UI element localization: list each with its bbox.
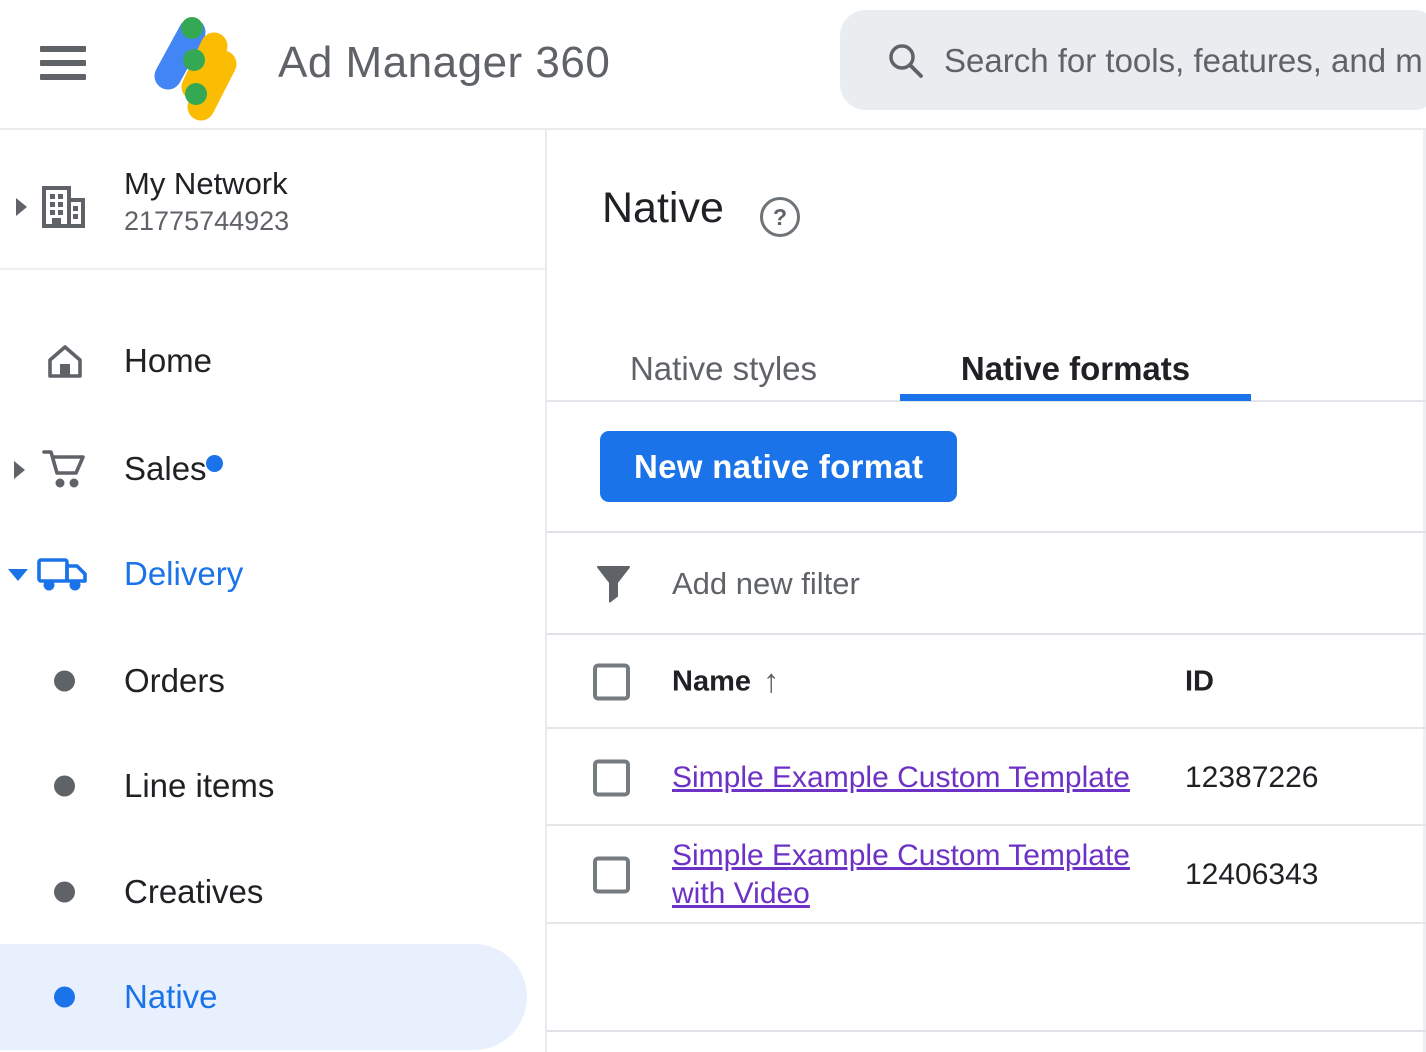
sidebar-divider xyxy=(0,268,545,270)
sidebar-item-line-items[interactable]: Line items xyxy=(0,733,545,839)
active-tab-underline xyxy=(900,394,1251,401)
sidebar-item-label: Sales xyxy=(124,450,207,488)
tab-label: Native formats xyxy=(961,350,1190,388)
sales-notification-dot xyxy=(206,455,223,472)
global-search-bar[interactable] xyxy=(840,10,1426,110)
new-native-format-button[interactable]: New native format xyxy=(600,431,957,502)
column-header-id: ID xyxy=(1185,666,1214,699)
sidebar-nav: My Network 21775744923 Home Sales Delive… xyxy=(0,130,547,1052)
native-format-id: 12387226 xyxy=(1185,761,1318,795)
network-id: 21775744923 xyxy=(124,206,289,237)
tab-native-formats[interactable]: Native formats xyxy=(900,338,1251,400)
row-checkbox[interactable] xyxy=(593,857,630,894)
native-format-link[interactable]: Simple Example Custom Template xyxy=(672,759,1130,797)
sidebar-item-label: Delivery xyxy=(124,555,243,593)
sidebar-item-native[interactable]: Native xyxy=(0,944,527,1050)
table-header-row: Name ↑ ID xyxy=(547,633,1426,729)
add-filter-row[interactable]: Add new filter xyxy=(547,531,1426,635)
filter-funnel-icon xyxy=(596,565,632,605)
bullet-icon xyxy=(54,882,75,903)
chevron-right-icon xyxy=(16,198,27,216)
top-app-bar: Ad Manager 360 xyxy=(0,0,1426,130)
hamburger-bar xyxy=(40,60,86,66)
hamburger-bar xyxy=(40,46,86,52)
sidebar-item-label: Line items xyxy=(124,767,274,805)
help-glyph: ? xyxy=(773,204,787,231)
cart-icon xyxy=(40,446,90,492)
sidebar-item-creatives[interactable]: Creatives xyxy=(0,839,545,945)
table-row: Simple Example Custom Template with Vide… xyxy=(547,824,1426,924)
table-row: Simple Example Custom Template 12387226 xyxy=(547,727,1426,826)
network-selector[interactable]: My Network 21775744923 xyxy=(0,130,545,268)
chevron-right-icon xyxy=(14,461,25,479)
sidebar-item-delivery[interactable]: Delivery xyxy=(0,521,545,627)
column-header-name[interactable]: Name xyxy=(672,666,751,699)
tab-native-styles[interactable]: Native styles xyxy=(547,338,900,400)
sidebar-item-home[interactable]: Home xyxy=(0,308,545,414)
select-all-checkbox[interactable] xyxy=(593,664,630,701)
sidebar-item-label: Native xyxy=(124,978,218,1016)
page-title: Native xyxy=(602,184,724,233)
sidebar-item-sales[interactable]: Sales xyxy=(0,416,545,522)
add-filter-label: Add new filter xyxy=(672,566,860,602)
help-icon[interactable]: ? xyxy=(760,197,800,237)
home-icon xyxy=(42,339,88,383)
search-icon xyxy=(886,41,926,81)
hamburger-bar xyxy=(40,74,86,80)
ad-manager-logo-icon xyxy=(140,6,250,121)
sidebar-item-label: Creatives xyxy=(124,873,263,911)
bullet-icon xyxy=(54,776,75,797)
network-building-icon xyxy=(38,184,88,230)
chevron-down-icon xyxy=(8,569,28,581)
bullet-icon xyxy=(54,987,75,1008)
search-input[interactable] xyxy=(942,10,1426,112)
native-format-id: 12406343 xyxy=(1185,858,1318,892)
sidebar-item-label: Home xyxy=(124,342,212,380)
app-title: Ad Manager 360 xyxy=(278,38,610,88)
sidebar-item-label: Orders xyxy=(124,662,225,700)
bullet-icon xyxy=(54,671,75,692)
sidebar-item-orders[interactable]: Orders xyxy=(0,628,545,734)
native-format-link[interactable]: Simple Example Custom Template with Vide… xyxy=(672,837,1177,913)
tab-label: Native styles xyxy=(630,350,817,388)
row-checkbox[interactable] xyxy=(593,759,630,796)
sort-ascending-icon: ↑ xyxy=(763,662,780,700)
ad-manager-home-link[interactable]: Ad Manager 360 xyxy=(140,4,640,122)
truck-icon xyxy=(36,552,90,596)
table-empty-area xyxy=(547,922,1426,1032)
menu-hamburger-button[interactable] xyxy=(40,46,86,80)
network-name: My Network xyxy=(124,166,288,202)
